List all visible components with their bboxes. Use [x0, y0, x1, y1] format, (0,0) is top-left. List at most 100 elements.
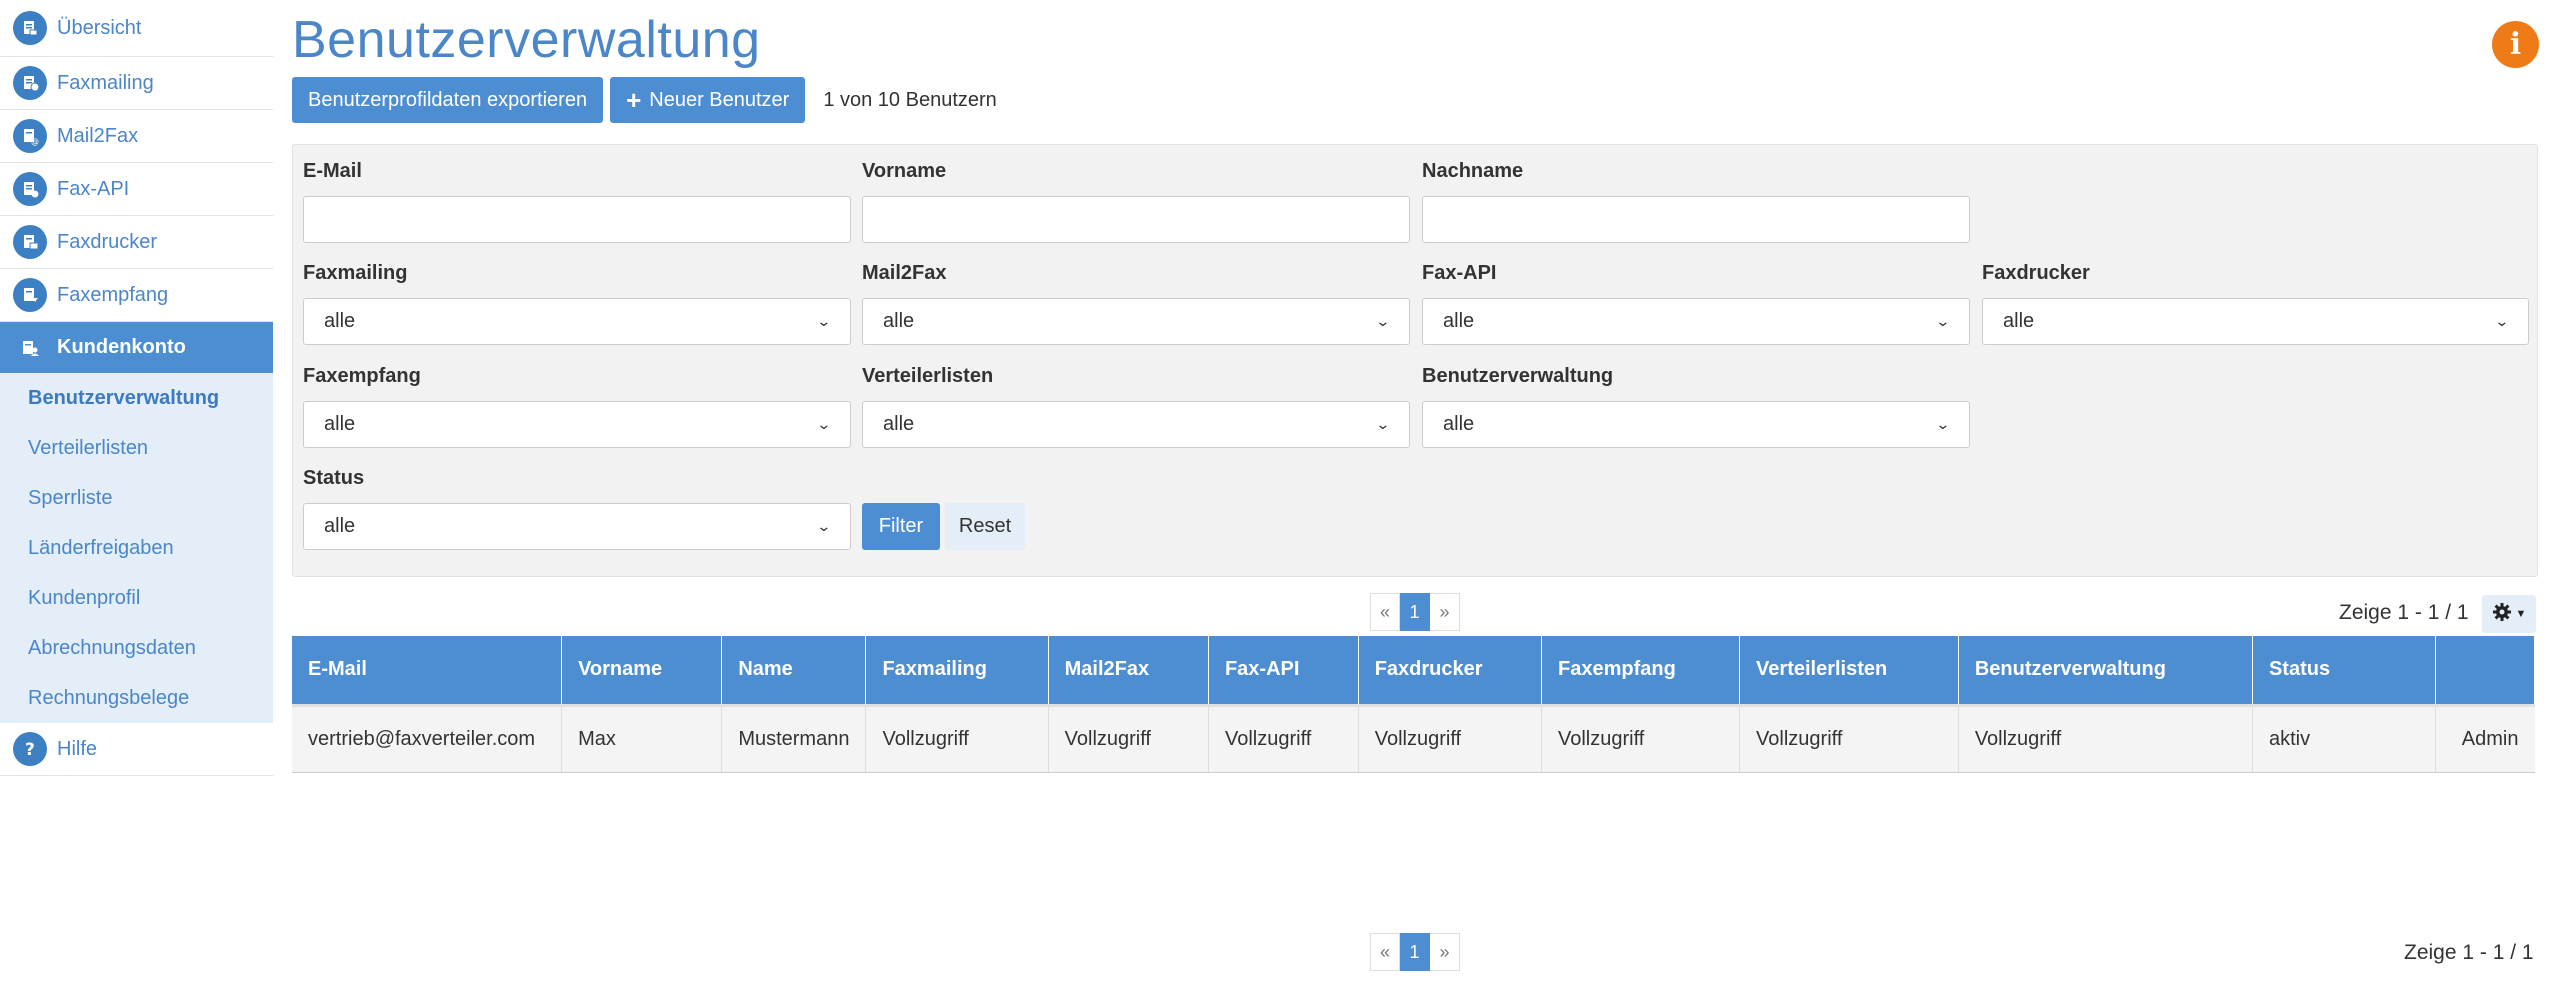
- status-select[interactable]: alle ⌄: [303, 503, 851, 550]
- cell-faxmailing: Vollzugriff: [865, 703, 1049, 773]
- column-header-email[interactable]: E-Mail: [292, 636, 563, 705]
- cell-status: aktiv: [2252, 703, 2437, 773]
- cell-benutzerverwaltung: Vollzugriff: [1958, 703, 2253, 773]
- chevron-down-icon: ⌄: [1935, 313, 1951, 329]
- new-user-label: Neuer Benutzer: [649, 88, 790, 111]
- benutzerverwaltung-select[interactable]: alle ⌄: [1422, 401, 1970, 448]
- mail2fax-icon: @: [13, 119, 47, 153]
- subnav-kundenprofil[interactable]: Kundenprofil: [0, 573, 273, 623]
- pagination-prev[interactable]: «: [1370, 933, 1400, 971]
- table-row[interactable]: vertrieb@faxverteiler.com Max Mustermann…: [292, 703, 2535, 773]
- email-field[interactable]: [303, 196, 851, 243]
- column-header-vorname[interactable]: Vorname: [561, 636, 723, 705]
- column-header-faxdrucker[interactable]: Faxdrucker: [1358, 636, 1542, 705]
- subnav-benutzerverwaltung[interactable]: Benutzerverwaltung: [0, 373, 273, 423]
- column-header-name[interactable]: Name: [721, 636, 867, 705]
- chevron-down-icon: ⌄: [2494, 313, 2510, 329]
- info-icon[interactable]: i: [2492, 21, 2539, 68]
- showing-range-bottom: Zeige 1 - 1 / 1: [2404, 941, 2534, 964]
- sidebar-item-label: Kundenkonto: [57, 336, 186, 358]
- nachname-field[interactable]: [1422, 196, 1970, 243]
- pagination-top: « 1 »: [1370, 593, 1460, 631]
- kundenkonto-icon: [13, 331, 47, 365]
- subnav-verteilerlisten[interactable]: Verteilerlisten: [0, 423, 273, 473]
- fax-api-icon: [13, 172, 47, 206]
- faxempfang-label: Faxempfang: [303, 365, 421, 387]
- pagination-prev[interactable]: «: [1370, 593, 1400, 631]
- verteilerlisten-select[interactable]: alle ⌄: [862, 401, 1410, 448]
- chevron-down-icon: ⌄: [1935, 416, 1951, 432]
- faxmailing-icon: [13, 66, 47, 100]
- subnav-rechnungsbelege[interactable]: Rechnungsbelege: [0, 673, 273, 723]
- status-value: alle: [324, 515, 356, 537]
- subnav-abrechnungsdaten[interactable]: Abrechnungsdaten: [0, 623, 273, 673]
- sidebar-item-label: Mail2Fax: [57, 124, 139, 147]
- sidebar-item-fax-api[interactable]: Fax-API: [0, 163, 273, 216]
- faxapi-select[interactable]: alle ⌄: [1422, 298, 1970, 345]
- column-header-mail2fax[interactable]: Mail2Fax: [1048, 636, 1209, 705]
- column-header-verteilerlisten[interactable]: Verteilerlisten: [1739, 636, 1959, 705]
- cell-vorname: Max: [561, 703, 723, 773]
- caret-down-icon: ▼: [2515, 608, 2527, 620]
- pagination-bottom: « 1 »: [1370, 933, 1460, 971]
- benutzerverwaltung-label: Benutzerverwaltung: [1422, 365, 1614, 387]
- cell-name: Mustermann: [721, 703, 867, 773]
- column-header-faxempfang[interactable]: Faxempfang: [1541, 636, 1741, 705]
- faxempfang-select[interactable]: alle ⌄: [303, 401, 851, 448]
- overview-icon: [13, 11, 47, 45]
- column-header-faxapi[interactable]: Fax-API: [1208, 636, 1359, 705]
- column-header-actions: [2435, 636, 2535, 705]
- sidebar-item-label: Faxdrucker: [57, 230, 158, 253]
- column-header-status[interactable]: Status: [2252, 636, 2437, 705]
- faxmailing-label: Faxmailing: [303, 262, 408, 284]
- chevron-down-icon: ⌄: [816, 518, 832, 534]
- cell-faxdrucker: Vollzugriff: [1358, 703, 1542, 773]
- column-header-faxmailing[interactable]: Faxmailing: [865, 636, 1049, 705]
- sidebar-item-hilfe[interactable]: ? Hilfe: [0, 723, 273, 776]
- filter-panel: E-Mail Vorname Nachname Faxmailing alle ⌄…: [292, 144, 2538, 577]
- vorname-label: Vorname: [862, 160, 947, 182]
- sidebar-item-faxempfang[interactable]: Faxempfang: [0, 269, 273, 322]
- pagination-next[interactable]: »: [1430, 593, 1460, 631]
- new-user-button[interactable]: + Neuer Benutzer: [610, 77, 806, 123]
- export-profiles-button[interactable]: Benutzerprofildaten exportieren: [292, 77, 604, 123]
- faxapi-value: alle: [1443, 310, 1475, 332]
- filter-button[interactable]: Filter: [862, 503, 940, 550]
- sidebar-item-uebersicht[interactable]: Übersicht: [0, 0, 273, 57]
- column-header-benutzerverwaltung[interactable]: Benutzerverwaltung: [1958, 636, 2253, 705]
- chevron-down-icon: ⌄: [816, 313, 832, 329]
- faxmailing-select[interactable]: alle ⌄: [303, 298, 851, 345]
- kundenkonto-submenu: Benutzerverwaltung Verteilerlisten Sperr…: [0, 373, 273, 723]
- faxdrucker-label: Faxdrucker: [1982, 262, 2090, 284]
- subnav-laenderfreigaben[interactable]: Länderfreigaben: [0, 523, 273, 573]
- column-settings-button[interactable]: ▼: [2482, 595, 2536, 633]
- sidebar-item-label: Übersicht: [57, 16, 142, 39]
- vorname-field[interactable]: [862, 196, 1410, 243]
- gear-icon: [2492, 602, 2512, 627]
- sidebar-item-mail2fax[interactable]: @ Mail2Fax: [0, 110, 273, 163]
- sidebar-item-kundenkonto[interactable]: Kundenkonto: [0, 322, 273, 373]
- faxmailing-value: alle: [324, 310, 356, 332]
- sidebar-item-faxmailing[interactable]: Faxmailing: [0, 57, 273, 110]
- verteilerlisten-value: alle: [883, 413, 915, 435]
- cell-role: Admin: [2435, 703, 2535, 773]
- benutzerverwaltung-value: alle: [1443, 413, 1475, 435]
- sidebar-item-faxdrucker[interactable]: Faxdrucker: [0, 216, 273, 269]
- email-label: E-Mail: [303, 160, 362, 182]
- plus-icon: +: [626, 85, 642, 115]
- reset-button[interactable]: Reset: [945, 503, 1025, 550]
- pagination-next[interactable]: »: [1430, 933, 1460, 971]
- sidebar-item-label: Hilfe: [57, 737, 98, 760]
- faxdrucker-select[interactable]: alle ⌄: [1982, 298, 2529, 345]
- svg-text:@: @: [31, 137, 39, 146]
- pagination-page[interactable]: 1: [1400, 933, 1430, 971]
- subnav-sperrliste[interactable]: Sperrliste: [0, 473, 273, 523]
- pagination-page[interactable]: 1: [1400, 593, 1430, 631]
- faxdrucker-icon: [13, 225, 47, 259]
- mail2fax-select[interactable]: alle ⌄: [862, 298, 1410, 345]
- faxempfang-value: alle: [324, 413, 356, 435]
- cell-email: vertrieb@faxverteiler.com: [292, 703, 563, 773]
- status-label: Status: [303, 467, 365, 489]
- faxapi-label: Fax-API: [1422, 262, 1497, 284]
- faxdrucker-value: alle: [2003, 310, 2035, 332]
